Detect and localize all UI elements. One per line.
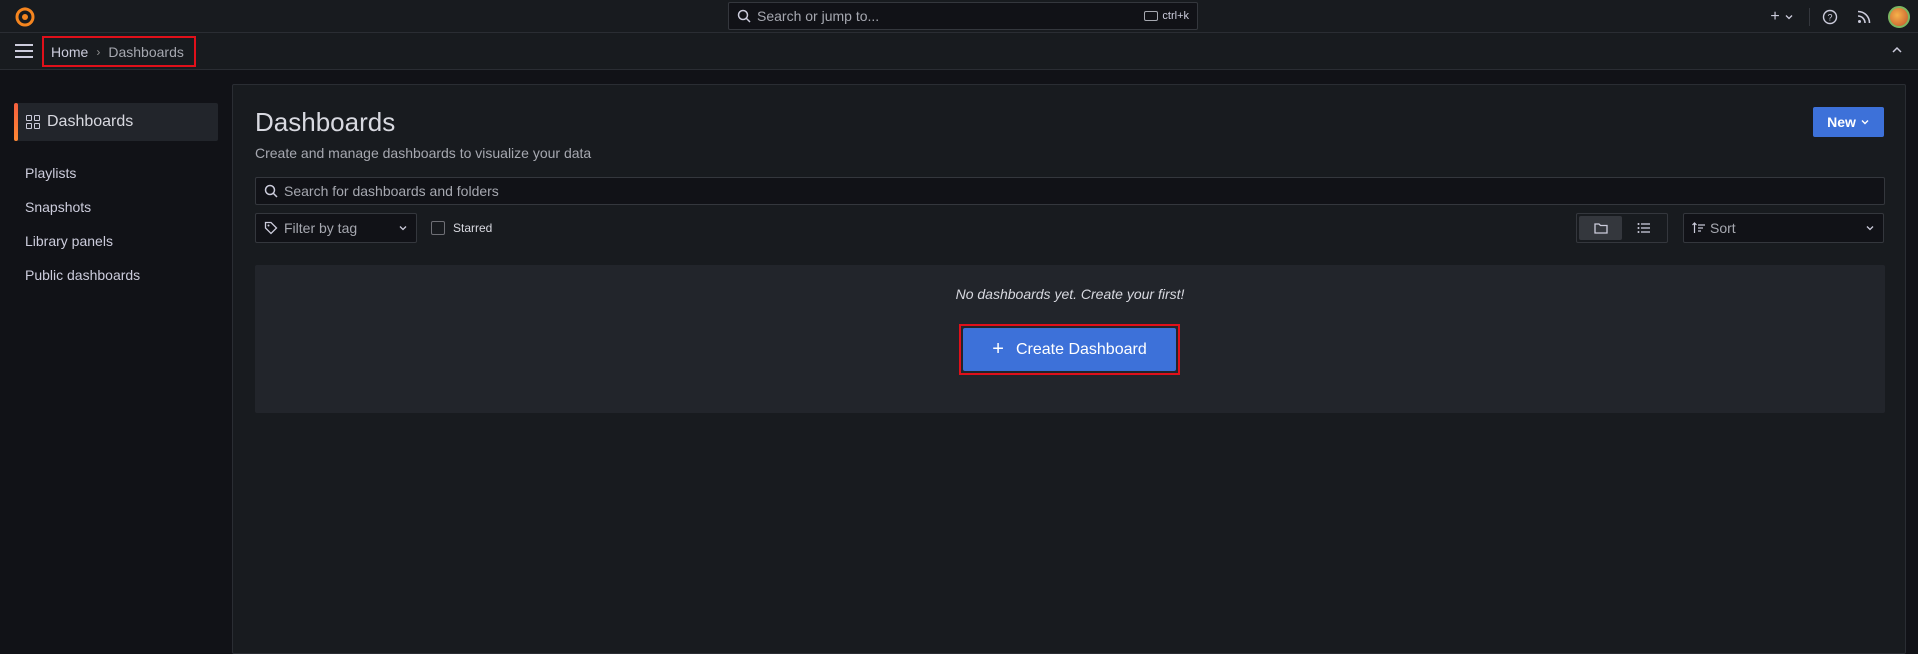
dashboard-search-placeholder: Search for dashboards and folders: [284, 183, 499, 199]
chevron-down-icon: [1785, 14, 1793, 19]
grafana-logo-icon[interactable]: [14, 5, 36, 27]
top-bar: Search or jump to... ctrl+k + ?: [0, 0, 1918, 33]
sort-icon: [1692, 222, 1705, 233]
list-view-button[interactable]: [1622, 216, 1665, 240]
list-icon: [1637, 223, 1650, 233]
search-icon: [737, 9, 751, 23]
empty-state: No dashboards yet. Create your first! + …: [255, 265, 1885, 413]
main-panel: Dashboards Create and manage dashboards …: [232, 84, 1906, 654]
breadcrumb-separator: ›: [96, 44, 101, 59]
apps-icon: [26, 115, 40, 129]
news-button[interactable]: [1854, 5, 1874, 29]
svg-text:?: ?: [1827, 12, 1832, 22]
tag-filter-placeholder: Filter by tag: [284, 220, 358, 236]
nav-bar: Home › Dashboards: [0, 33, 1918, 70]
search-icon: [264, 184, 278, 198]
chevron-down-icon: [1866, 226, 1874, 231]
chevron-up-icon[interactable]: [1890, 43, 1904, 57]
user-avatar[interactable]: [1888, 5, 1910, 28]
sidebar-item-snapshots[interactable]: Snapshots: [25, 199, 91, 215]
help-button[interactable]: ?: [1820, 5, 1840, 29]
shortcut-hint: ctrl+k: [1144, 10, 1189, 22]
new-button[interactable]: New: [1813, 107, 1884, 137]
folder-icon: [1593, 223, 1608, 234]
shortcut-text: ctrl+k: [1162, 10, 1189, 22]
sidebar-item-dashboards[interactable]: Dashboards: [14, 103, 218, 141]
tag-filter-select[interactable]: Filter by tag: [255, 213, 417, 243]
keyboard-icon: [1144, 11, 1159, 21]
page-title: Dashboards: [255, 107, 396, 137]
chevron-down-icon: [399, 226, 407, 231]
global-search-placeholder: Search or jump to...: [757, 8, 880, 24]
tag-icon: [264, 221, 278, 235]
dashboard-search-input[interactable]: Search for dashboards and folders: [255, 177, 1885, 205]
breadcrumb: Home › Dashboards: [42, 36, 196, 67]
divider: [1809, 7, 1810, 26]
topbar-actions: + ?: [1765, 0, 1918, 33]
add-new-button[interactable]: +: [1765, 5, 1799, 29]
sidebar-active-label: Dashboards: [47, 113, 134, 130]
breadcrumb-current: Dashboards: [108, 43, 184, 60]
sort-label: Sort: [1710, 220, 1736, 236]
active-indicator: [14, 103, 18, 141]
empty-state-message: No dashboards yet. Create your first!: [955, 286, 1185, 302]
starred-label: Starred: [453, 221, 493, 235]
starred-checkbox[interactable]: [431, 221, 445, 235]
help-icon: ?: [1822, 9, 1838, 24]
page-subtitle: Create and manage dashboards to visualiz…: [255, 145, 592, 161]
chevron-down-icon: [1861, 120, 1869, 125]
sidebar-item-public-dashboards[interactable]: Public dashboards: [25, 267, 140, 283]
global-search-input[interactable]: Search or jump to... ctrl+k: [728, 2, 1198, 30]
view-toggle: [1576, 213, 1668, 243]
folder-view-button[interactable]: [1579, 216, 1622, 240]
create-dashboard-label: Create Dashboard: [1015, 340, 1147, 358]
sidebar-item-playlists[interactable]: Playlists: [25, 165, 76, 181]
menu-toggle-icon[interactable]: [15, 44, 33, 58]
section-sidebar: Dashboards Playlists Snapshots Library p…: [0, 70, 233, 643]
plus-icon: +: [992, 338, 1004, 360]
new-button-label: New: [1827, 114, 1856, 130]
create-dashboard-button[interactable]: + Create Dashboard: [963, 328, 1176, 371]
sort-select[interactable]: Sort: [1683, 213, 1884, 243]
rss-icon: [1857, 10, 1871, 23]
breadcrumb-home-link[interactable]: Home: [51, 44, 88, 60]
plus-icon: +: [1770, 7, 1780, 25]
create-dashboard-highlight: + Create Dashboard: [959, 324, 1180, 375]
sidebar-item-library-panels[interactable]: Library panels: [25, 233, 113, 249]
starred-filter[interactable]: Starred: [431, 221, 492, 235]
